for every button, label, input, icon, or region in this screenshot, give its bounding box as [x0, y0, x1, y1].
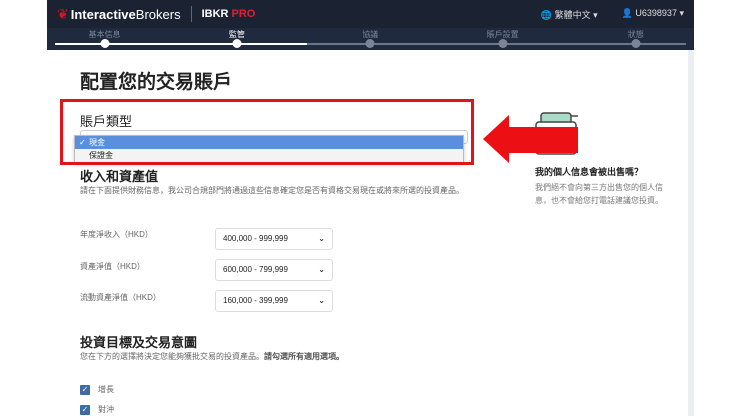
annual-income-label: 年度淨收入（HKD） [80, 230, 153, 239]
net-worth-label: 資產淨值（HKD） [80, 262, 145, 271]
step-dot [365, 39, 375, 48]
select-value: 160,000 - 399,999 [223, 296, 288, 305]
objectives-description: 您在下方的選擇將決定您能夠獲批交易的投資產品。請勾選所有適用選項。 [80, 350, 520, 363]
flame-icon: ❦ [57, 5, 69, 22]
product-label: IBKR [201, 8, 229, 20]
checkbox-label: 對沖 [98, 405, 114, 414]
brand-bold: Interactive [70, 6, 136, 22]
product-name: IBKR PRO [202, 8, 256, 20]
globe-icon: 🌐 [540, 9, 553, 20]
page-title: 配置您的交易賬戶 [80, 72, 233, 93]
objective-hedging[interactable]: ✓ 對沖 [80, 404, 114, 415]
select-value: 400,000 - 999,999 [223, 234, 288, 243]
objectives-text: 您在下方的選擇將決定您能夠獲批交易的投資產品。 [80, 352, 264, 361]
user-menu[interactable]: 👤 U6398937 ▾ [622, 8, 684, 21]
objectives-heading: 投資目標及交易意圖 [80, 335, 198, 350]
objective-growth[interactable]: ✓ 增長 [80, 384, 114, 395]
language-label: 繁體中文 [554, 9, 591, 20]
app: ❦ Interactive Brokers IBKR PRO 🌐 繁體中文 ▾ 👤… [47, 0, 694, 416]
step-dot [631, 39, 641, 48]
ib-logo[interactable]: ❦ Interactive Brokers [57, 6, 181, 23]
liquid-net-worth-label: 流動資產淨值（HKD） [80, 293, 161, 302]
product-accent: PRO [231, 8, 256, 20]
privacy-card-text: 我們絕不會向第三方出售您的個人信息，也不會給您打電話建議您投資。 [535, 183, 663, 205]
checkbox-checked-icon[interactable]: ✓ [80, 384, 90, 395]
annual-income-select[interactable]: 400,000 - 999,999 ⌄ [215, 228, 333, 250]
caret-down-icon: ▾ [679, 7, 684, 18]
red-arrow-icon [483, 115, 578, 163]
income-heading: 收入和資產值 [80, 169, 159, 184]
privacy-card-title: 我的個人信息會被出售嗎？ [535, 167, 644, 177]
step-progress: 基本信息 監管 協議 賬戶設置 狀態 [47, 28, 694, 50]
step-dot [100, 39, 110, 48]
brand-light: Brokers [135, 6, 181, 22]
user-icon: 👤 [621, 7, 633, 18]
divider [190, 6, 192, 22]
step-dot [498, 39, 508, 48]
checkbox-label: 增長 [98, 385, 114, 394]
income-description: 請在下面提供財務信息，我公司合規部門將通過這些信息確定您是否有資格交易現在或將來… [80, 186, 464, 195]
objectives-instruction: 請勾選所有適用選項。 [264, 352, 344, 361]
caret-down-icon: ▾ [593, 9, 598, 20]
select-value: 600,000 - 799,999 [223, 265, 288, 274]
language-menu[interactable]: 🌐 繁體中文 ▾ [541, 8, 598, 21]
top-navbar: ❦ Interactive Brokers IBKR PRO 🌐 繁體中文 ▾ 👤… [47, 0, 694, 28]
right-scroll-strip [688, 50, 694, 416]
chevron-down-icon: ⌄ [318, 234, 325, 243]
chevron-down-icon: ⌄ [318, 296, 325, 305]
chevron-down-icon: ⌄ [318, 265, 325, 274]
highlight-box [60, 99, 474, 165]
step-dot [232, 39, 242, 48]
checkbox-checked-icon[interactable]: ✓ [80, 404, 90, 415]
user-id: U6398937 [635, 7, 677, 18]
progress-fill [55, 43, 308, 45]
net-worth-select[interactable]: 600,000 - 799,999 ⌄ [215, 259, 333, 281]
liquid-net-worth-select[interactable]: 160,000 - 399,999 ⌄ [215, 290, 333, 312]
